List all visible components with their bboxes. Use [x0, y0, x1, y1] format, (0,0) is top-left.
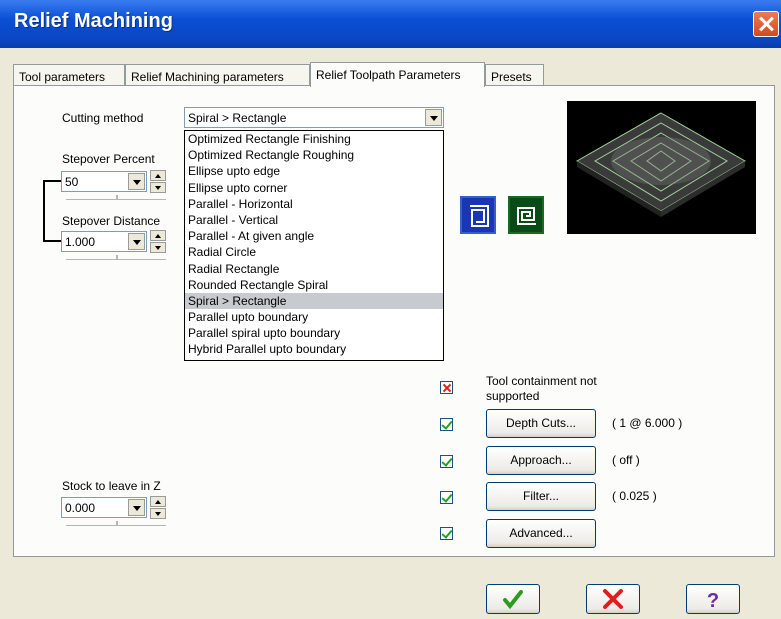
list-item[interactable]: Parallel spiral upto boundary [185, 325, 443, 341]
spin-down-icon[interactable] [150, 508, 166, 519]
spiral-in-icon [470, 205, 489, 227]
chevron-down-icon[interactable] [128, 173, 145, 190]
stepover-percent-label: Stepover Percent [62, 152, 155, 166]
list-item[interactable]: Parallel upto boundary [185, 309, 443, 325]
chevron-down-icon[interactable] [425, 109, 442, 126]
stock-field[interactable]: 0.000 [61, 497, 147, 518]
question-icon: ? [707, 590, 719, 612]
stepover-percent-spinner[interactable] [150, 170, 166, 193]
list-item[interactable]: Parallel - Vertical [185, 212, 443, 228]
tab-relief-toolpath-parameters[interactable]: Relief Toolpath Parameters [310, 62, 485, 87]
stepover-percent-slider[interactable] [66, 195, 166, 200]
stock-label: Stock to leave in Z [62, 479, 161, 493]
spin-up-icon[interactable] [150, 170, 166, 181]
advanced-button[interactable]: Advanced... [486, 519, 596, 548]
list-item[interactable]: Rounded Rectangle Spiral [185, 277, 443, 293]
stepover-distance-spinner[interactable] [150, 230, 166, 253]
list-item[interactable]: Optimized Rectangle Roughing [185, 147, 443, 163]
approach-value: ( off ) [612, 453, 640, 467]
tab-relief-machining-parameters[interactable]: Relief Machining parameters [125, 64, 310, 86]
list-item[interactable]: Radial Circle [185, 244, 443, 260]
stepover-distance-slider[interactable] [66, 255, 166, 260]
list-item[interactable]: Radial Rectangle [185, 261, 443, 277]
spin-down-icon[interactable] [150, 242, 166, 253]
stepover-percent-value: 50 [65, 175, 79, 189]
advanced-checkbox[interactable] [440, 527, 453, 540]
list-item[interactable]: Ellipse upto corner [185, 180, 443, 196]
filter-checkbox[interactable] [440, 491, 453, 504]
stock-value: 0.000 [65, 501, 96, 515]
depth-cuts-checkbox[interactable] [440, 418, 453, 431]
spiral-out-icon [517, 207, 536, 225]
list-item-selected[interactable]: Spiral > Rectangle [185, 292, 443, 310]
cutting-method-listbox[interactable]: Optimized Rectangle Finishing Optimized … [184, 130, 444, 361]
cutting-method-value: Spiral > Rectangle [188, 111, 287, 125]
stepover-percent-field[interactable]: 50 [61, 171, 147, 192]
chevron-down-icon[interactable] [128, 499, 145, 516]
spiral-outward-button[interactable] [508, 196, 544, 234]
window-title: Relief Machining [14, 10, 173, 32]
spiral-inward-button[interactable] [460, 196, 496, 234]
check-icon [503, 590, 523, 610]
filter-button[interactable]: Filter... [486, 482, 596, 511]
spin-up-icon[interactable] [150, 496, 166, 507]
spin-up-icon[interactable] [150, 230, 166, 241]
list-item[interactable]: Hybrid Parallel upto boundary [185, 341, 443, 357]
stock-spinner[interactable] [150, 496, 166, 519]
stepover-distance-value: 1.000 [65, 235, 96, 249]
stepover-distance-label: Stepover Distance [62, 214, 161, 228]
help-button[interactable]: ? [686, 584, 740, 614]
chevron-down-icon[interactable] [128, 233, 145, 250]
tool-containment-checkbox [440, 381, 453, 394]
list-item[interactable]: Optimized Rectangle Finishing [185, 131, 443, 147]
ok-button[interactable] [486, 584, 540, 614]
list-item[interactable]: Ellipse upto edge [185, 163, 443, 179]
toolpath-preview [567, 101, 756, 234]
spin-down-icon[interactable] [150, 182, 166, 193]
svg-text:?: ? [707, 590, 719, 612]
depth-cuts-button[interactable]: Depth Cuts... [486, 409, 596, 438]
cutting-method-select[interactable]: Spiral > Rectangle [184, 107, 444, 128]
list-item[interactable]: Parallel - At given angle [185, 228, 443, 244]
tool-containment-label: Tool containment not supported [486, 374, 597, 403]
title-bar: Relief Machining [0, 0, 781, 48]
cancel-button[interactable] [586, 584, 640, 614]
filter-value: ( 0.025 ) [612, 489, 657, 503]
x-icon [603, 589, 623, 609]
close-button[interactable] [753, 11, 779, 37]
stepover-distance-field[interactable]: 1.000 [61, 231, 147, 252]
tab-tool-parameters[interactable]: Tool parameters [13, 64, 125, 86]
spiral-rectangle-preview-graphic [576, 112, 746, 217]
stepover-link-bracket [43, 180, 61, 242]
approach-button[interactable]: Approach... [486, 446, 596, 475]
tab-presets[interactable]: Presets [485, 64, 544, 86]
depth-cuts-value: ( 1 @ 6.000 ) [612, 416, 683, 430]
approach-checkbox[interactable] [440, 455, 453, 468]
stock-slider[interactable] [66, 521, 166, 526]
list-item[interactable]: Parallel - Horizontal [185, 196, 443, 212]
cutting-method-label: Cutting method [62, 111, 144, 125]
